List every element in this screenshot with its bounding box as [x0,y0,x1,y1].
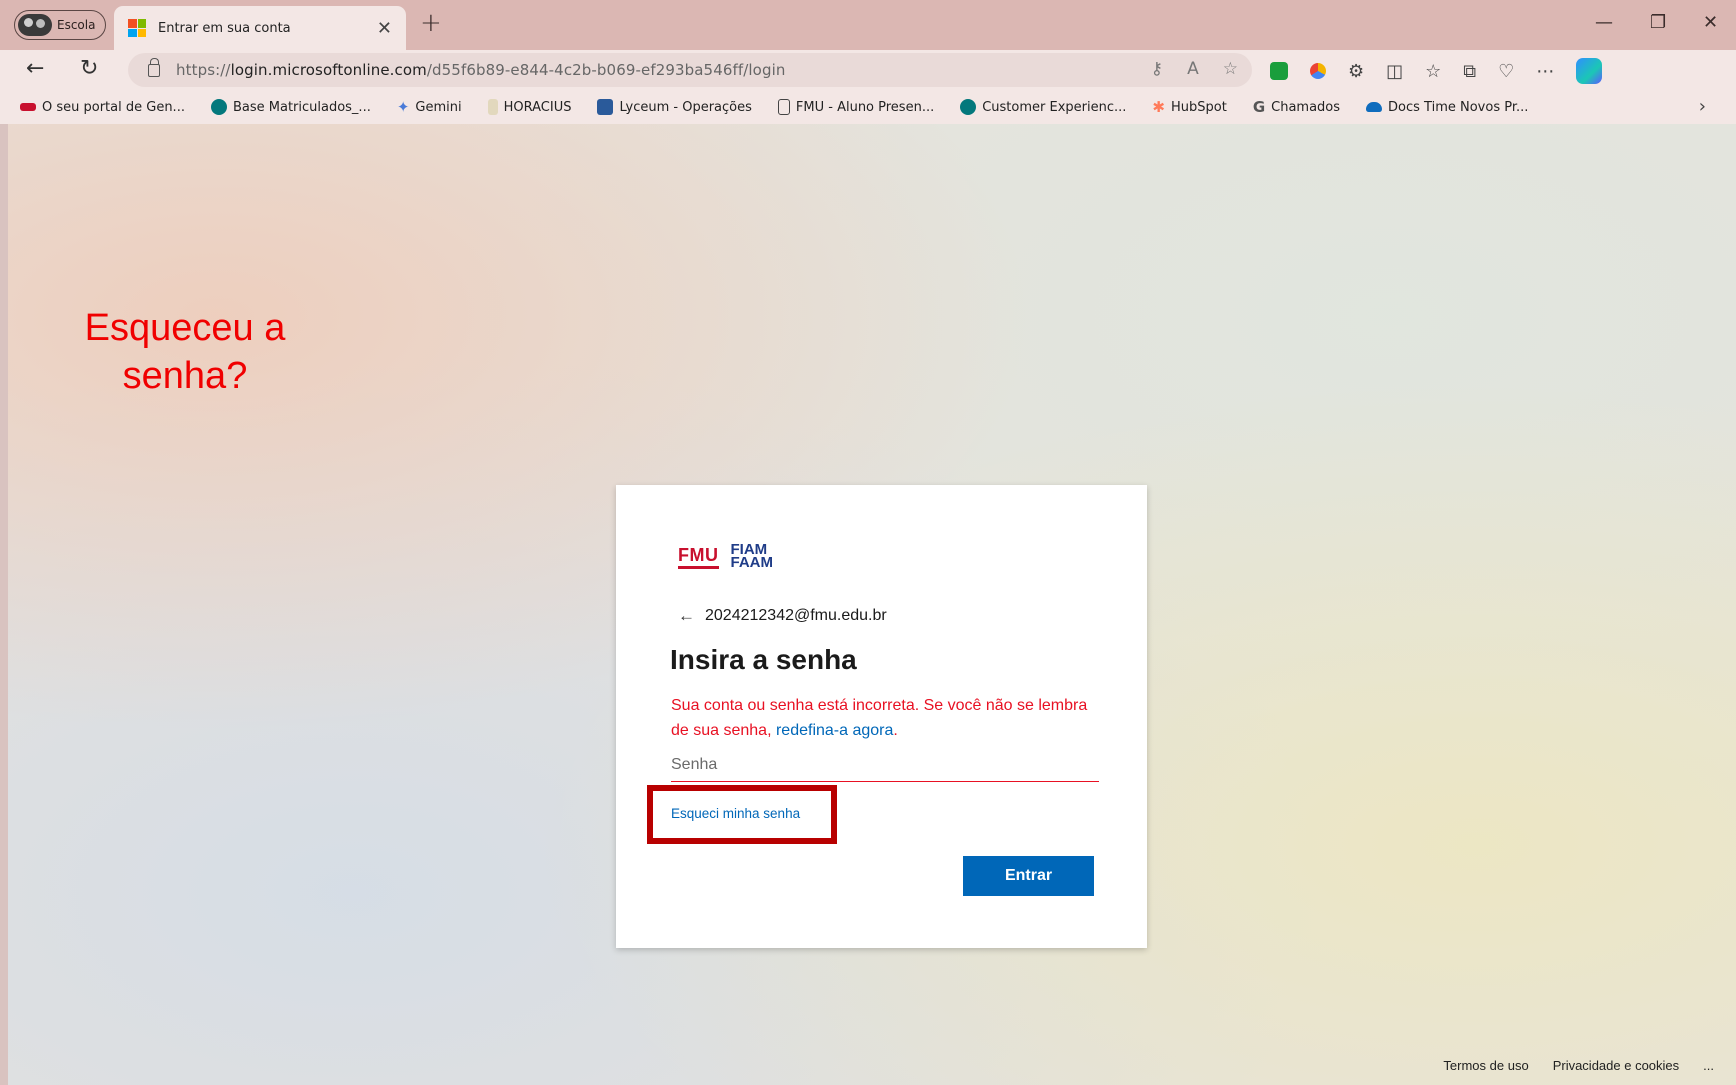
page-title: Insira a senha [670,644,857,675]
more-menu-icon[interactable]: ⋯ [1536,61,1554,82]
chevron-right-icon[interactable]: › [1699,96,1706,117]
copilot-icon[interactable] [1576,58,1603,84]
tab-close-icon[interactable]: ✕ [377,18,392,39]
bookmarks-bar: O seu portal de Gen... Base Matriculados… [0,90,1736,124]
document-icon [777,99,790,115]
profile-avatar [18,14,52,36]
account-email: 2024212342@fmu.edu.br [705,607,887,624]
chamados-icon: G [1252,98,1266,116]
terms-link[interactable]: Termos de uso [1443,1058,1528,1073]
fmu-fiam-faam-logo: FMU FIAM FAAM [678,541,773,571]
bookmark-item[interactable]: Base Matriculados_... [210,99,371,115]
bookmark-item[interactable]: G Chamados [1253,98,1340,116]
favorite-star-icon[interactable]: ☆ [1223,59,1238,79]
browser-titlebar: Escola Entrar em sua conta ✕ + — ❐ ✕ [0,0,1736,50]
close-window-icon[interactable]: ✕ [1703,12,1718,33]
browser-essentials-icon[interactable]: ♡ [1498,61,1514,82]
bookmark-item[interactable]: ✦ Gemini [397,98,462,116]
microsoft-icon [128,19,146,37]
page-content: Esqueceu a senha? FMU FIAM FAAM ← 202421… [8,124,1736,1085]
extension-color-icon[interactable] [1310,63,1326,79]
reset-password-link[interactable]: redefina-a agora [776,722,893,739]
hubspot-icon: ✱ [1152,98,1165,116]
back-arrow-icon[interactable]: ← [678,606,695,626]
bookmark-item[interactable]: O seu portal de Gen... [20,100,185,115]
sharepoint-icon [210,99,227,115]
annotation-text: Esqueceu a senha? [84,307,286,397]
bookmark-item[interactable]: FMU - Aluno Presen... [777,99,934,115]
profile-label: Escola [57,18,96,32]
password-input[interactable] [671,748,1099,782]
url-text: https://login.microsoftonline.com/d55f6b… [176,61,786,79]
privacy-link[interactable]: Privacidade e cookies [1553,1058,1679,1073]
restore-icon[interactable]: ❐ [1650,12,1666,33]
lock-icon[interactable] [148,57,160,77]
read-aloud-icon[interactable]: A [1187,59,1199,79]
lyceum-icon [597,99,614,115]
account-back-row[interactable]: ← 2024212342@fmu.edu.br [678,606,887,626]
sign-in-button[interactable]: Entrar [963,856,1094,896]
profile-button[interactable]: Escola [14,10,106,40]
bookmark-item[interactable]: HORACIUS [487,99,571,115]
error-message: Sua conta ou senha está incorreta. Se vo… [671,697,1088,739]
bookmark-item[interactable]: Lyceum - Operações [597,99,752,115]
browser-toolbar: ← ↻ https://login.microsoftonline.com/d5… [0,50,1736,90]
tab-title: Entrar em sua conta [158,20,291,36]
password-key-icon[interactable]: ⚷ [1151,59,1163,79]
address-bar[interactable]: https://login.microsoftonline.com/d55f6b… [128,53,1252,87]
forgot-password-link[interactable]: Esqueci minha senha [671,806,800,821]
bookmark-item[interactable]: Customer Experienc... [960,99,1126,115]
onedrive-icon [1366,102,1383,112]
bookmark-item[interactable]: Docs Time Novos Pr... [1366,100,1528,115]
horacius-icon [487,99,498,115]
split-screen-icon[interactable]: ◫ [1386,61,1403,82]
back-icon[interactable]: ← [26,56,44,81]
fmu-icon [20,103,36,111]
sharepoint-icon [960,99,977,115]
login-card: FMU FIAM FAAM ← 2024212342@fmu.edu.br In… [616,485,1147,948]
extensions-icon[interactable]: ⚙ [1348,61,1364,82]
page-footer: Termos de uso Privacidade e cookies ... [1443,1058,1714,1073]
extension-green-icon[interactable] [1270,62,1288,80]
new-tab-icon[interactable]: + [420,8,442,38]
gemini-icon: ✦ [396,98,410,116]
bookmark-item[interactable]: ✱ HubSpot [1152,98,1226,116]
refresh-icon[interactable]: ↻ [80,56,98,81]
favorites-icon[interactable]: ☆ [1425,61,1441,82]
tab-active[interactable]: Entrar em sua conta ✕ [114,6,406,50]
collections-icon[interactable]: ⧉ [1463,61,1476,82]
footer-more-icon[interactable]: ... [1703,1058,1714,1073]
minimize-icon[interactable]: — [1595,12,1613,33]
